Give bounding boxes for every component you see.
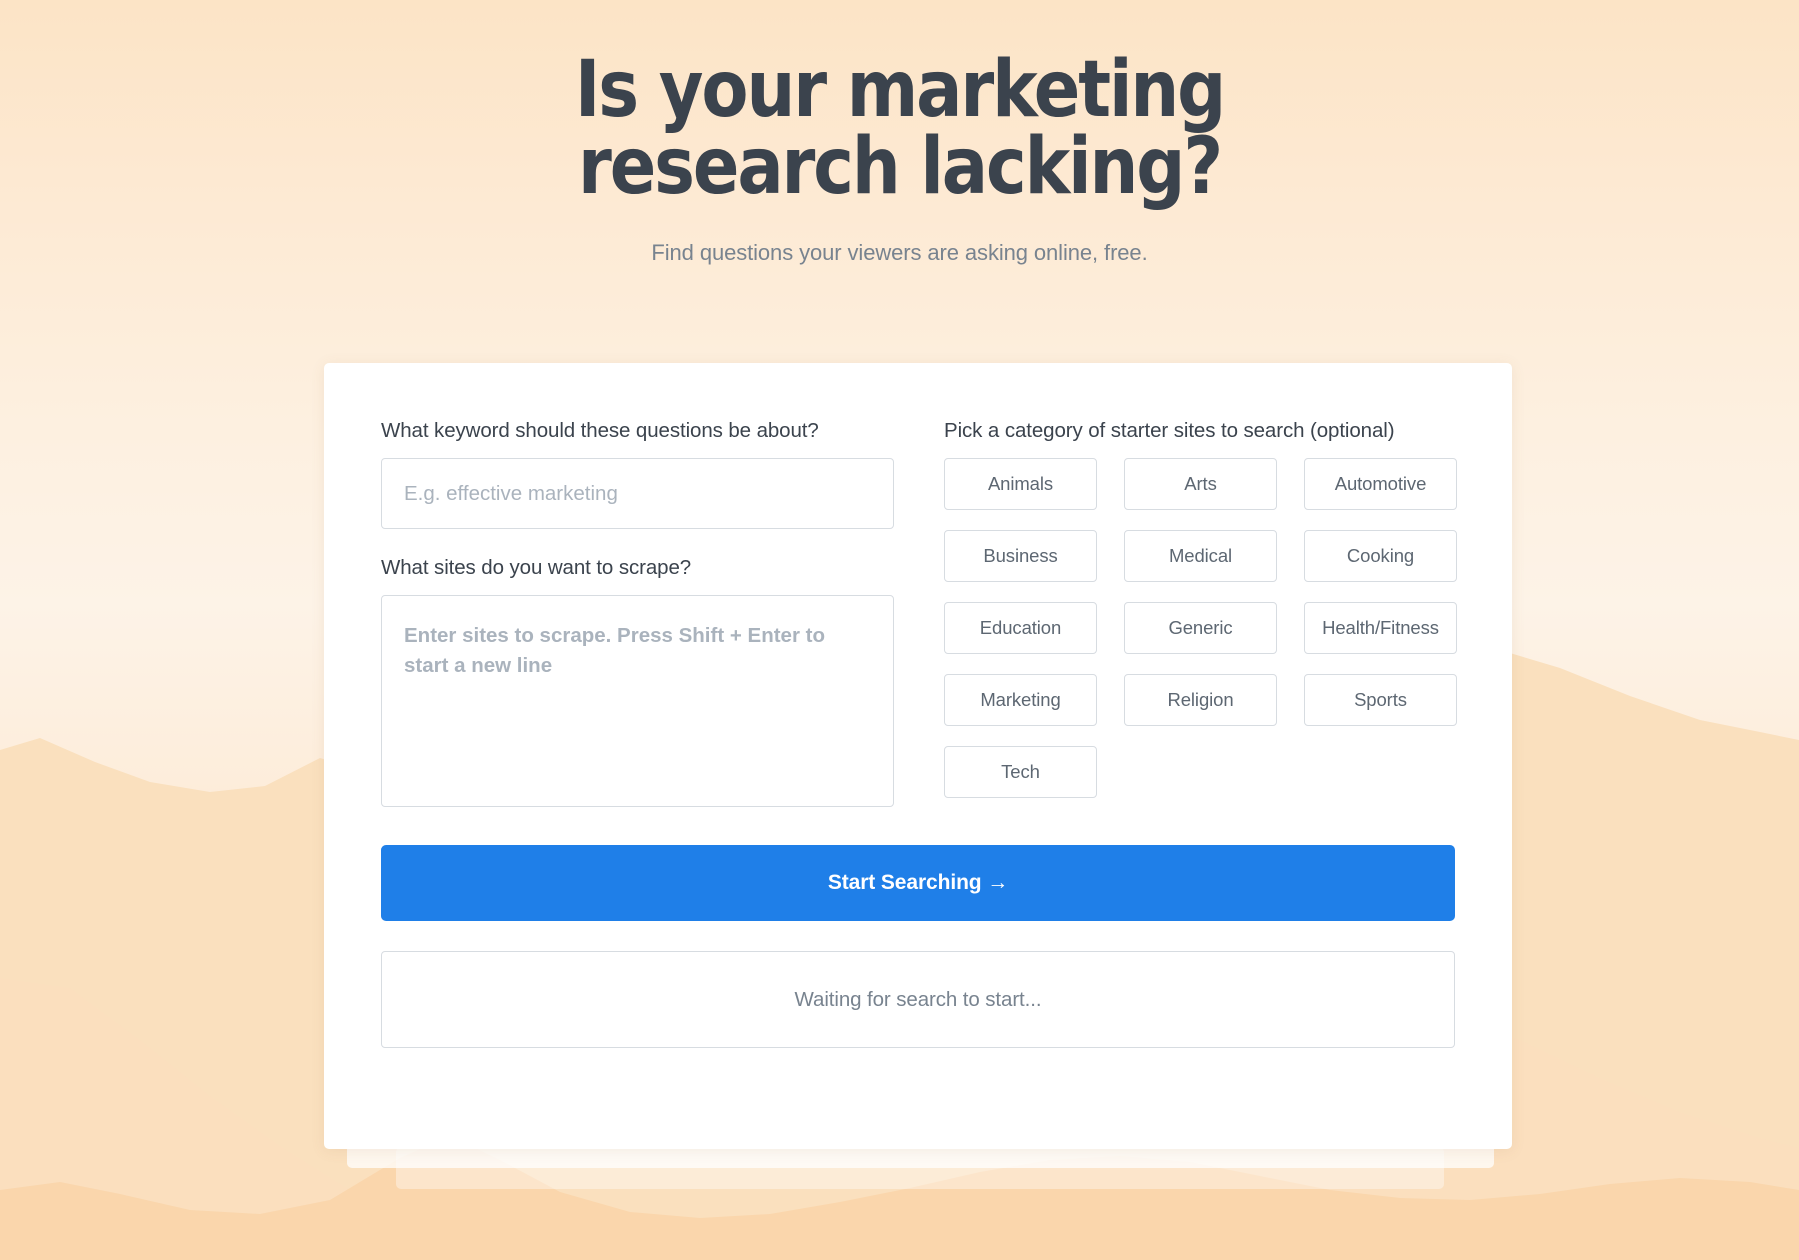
category-button-health-fitness[interactable]: Health/Fitness [1304,602,1457,654]
category-button-automotive[interactable]: Automotive [1304,458,1457,510]
hero-section: Is your marketing research lacking? Find… [0,0,1799,266]
sites-textarea[interactable] [381,595,894,807]
category-button-marketing[interactable]: Marketing [944,674,1097,726]
keyword-field-label: What keyword should these questions be a… [381,419,819,442]
category-section-label: Pick a category of starter sites to sear… [944,419,1395,442]
page-title: Is your marketing research lacking? [108,45,1691,213]
search-form-card: What keyword should these questions be a… [324,363,1512,1149]
category-button-business[interactable]: Business [944,530,1097,582]
category-button-religion[interactable]: Religion [1124,674,1277,726]
category-button-sports[interactable]: Sports [1304,674,1457,726]
keyword-input[interactable] [381,458,894,529]
category-button-medical[interactable]: Medical [1124,530,1277,582]
category-button-arts[interactable]: Arts [1124,458,1277,510]
form-right-column: Pick a category of starter sites to sear… [944,419,1457,812]
category-button-generic[interactable]: Generic [1124,602,1277,654]
sites-field-label: What sites do you want to scrape? [381,556,692,579]
category-button-tech[interactable]: Tech [944,746,1097,798]
form-columns: What keyword should these questions be a… [381,419,1457,812]
form-left-column: What keyword should these questions be a… [381,419,894,812]
category-button-education[interactable]: Education [944,602,1097,654]
category-grid: Animals Arts Automotive Business Medical… [944,458,1457,798]
page-root: Is your marketing research lacking? Find… [0,0,1799,1260]
headline-line-2: research lacking? [577,122,1223,213]
page-subtitle: Find questions your viewers are asking o… [651,240,1148,266]
start-searching-button[interactable]: Start Searching → [381,845,1455,921]
search-status-text: Waiting for search to start... [794,987,1042,1011]
search-status-box: Waiting for search to start... [381,951,1455,1048]
headline-line-1: Is your marketing [574,45,1226,135]
category-button-cooking[interactable]: Cooking [1304,530,1457,582]
category-button-animals[interactable]: Animals [944,458,1097,510]
